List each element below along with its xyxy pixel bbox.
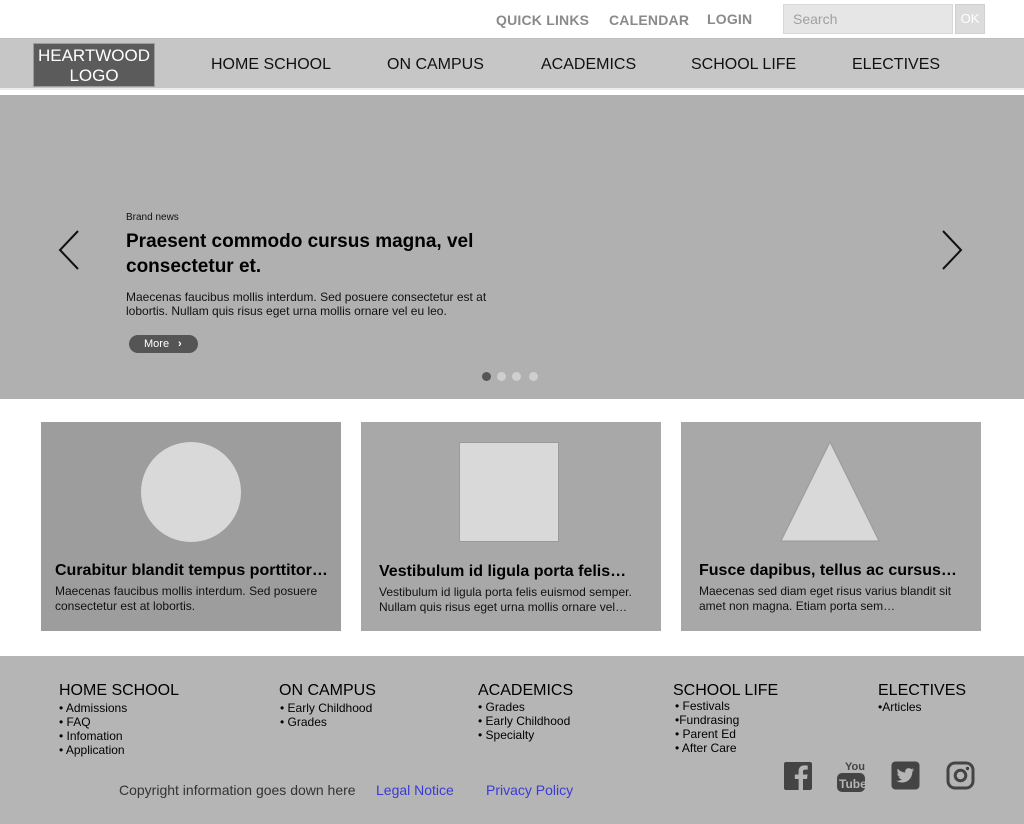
- nav-item-electives[interactable]: ELECTIVES: [852, 56, 940, 74]
- slider-dot-3[interactable]: [512, 372, 521, 381]
- twitter-icon[interactable]: [891, 761, 920, 790]
- facebook-icon[interactable]: [783, 760, 813, 792]
- footer-list-home-school: • Admissions • FAQ • Infomation • Applic…: [59, 701, 127, 757]
- quick-links-link[interactable]: QUICK LINKS: [496, 12, 589, 28]
- feature-card[interactable]: Vestibulum id ligula porta felis… Vestib…: [361, 422, 661, 631]
- calendar-link[interactable]: CALENDAR: [609, 12, 689, 28]
- legal-notice-link[interactable]: Legal Notice: [376, 782, 454, 798]
- card-title: Curabitur blandit tempus porttitor…: [55, 562, 328, 579]
- more-button[interactable]: More ›: [129, 335, 198, 353]
- hero-kicker: Brand news: [126, 212, 179, 223]
- footer-heading-on-campus[interactable]: ON CAMPUS: [279, 682, 376, 700]
- utility-bar: QUICK LINKS CALENDAR LOGIN OK: [0, 0, 1024, 38]
- slider-dot-1[interactable]: [482, 372, 491, 381]
- circle-placeholder-image: [141, 442, 241, 542]
- chevron-right-icon[interactable]: [937, 229, 965, 271]
- slider-dot-2[interactable]: [497, 372, 506, 381]
- card-text: Maecenas faucibus mollis interdum. Sed p…: [55, 584, 318, 613]
- main-nav: HEARTWOOD LOGO HOME SCHOOL ON CAMPUS ACA…: [0, 38, 1024, 90]
- footer-heading-school-life[interactable]: SCHOOL LIFE: [673, 682, 778, 700]
- footer-link[interactable]: • Admissions: [59, 701, 127, 715]
- footer-list-electives: •Articles: [878, 700, 922, 714]
- square-placeholder-image: [459, 442, 559, 542]
- footer-link[interactable]: • Infomation: [59, 729, 127, 743]
- copyright-text: Copyright information goes down here: [119, 782, 356, 798]
- footer-link[interactable]: • Early Childhood: [478, 714, 570, 728]
- footer-link[interactable]: • After Care: [675, 741, 739, 755]
- footer-link[interactable]: • Early Childhood: [280, 701, 372, 715]
- footer-link[interactable]: • Specialty: [478, 728, 570, 742]
- footer-link[interactable]: • Grades: [280, 715, 372, 729]
- chevron-right-small-icon: ›: [178, 338, 182, 350]
- footer-list-on-campus: • Early Childhood • Grades: [280, 701, 372, 729]
- nav-item-academics[interactable]: ACADEMICS: [541, 56, 636, 74]
- footer-heading-home-school[interactable]: HOME SCHOOL: [59, 682, 179, 700]
- logo-line-1: HEARTWOOD: [37, 46, 151, 65]
- hero-text: Maecenas faucibus mollis interdum. Sed p…: [126, 290, 487, 318]
- youtube-icon[interactable]: You Tube: [836, 759, 866, 793]
- nav-item-home-school[interactable]: HOME SCHOOL: [211, 56, 331, 74]
- instagram-icon[interactable]: [946, 761, 975, 790]
- more-button-label: More: [144, 338, 170, 350]
- school-logo[interactable]: HEARTWOOD LOGO: [33, 43, 155, 87]
- footer-list-academics: • Grades • Early Childhood • Specialty: [478, 700, 570, 742]
- footer-heading-electives[interactable]: ELECTIVES: [878, 682, 966, 700]
- footer-link[interactable]: •Fundrasing: [675, 713, 739, 727]
- youtube-tube-text: Tube: [839, 777, 866, 791]
- search-ok-button[interactable]: OK: [955, 4, 985, 34]
- privacy-policy-link[interactable]: Privacy Policy: [486, 782, 573, 798]
- footer-link[interactable]: • Application: [59, 743, 127, 757]
- footer-heading-academics[interactable]: ACADEMICS: [478, 682, 573, 700]
- logo-line-2: LOGO: [69, 66, 119, 85]
- footer-link[interactable]: • Grades: [478, 700, 570, 714]
- feature-card[interactable]: Fusce dapibus, tellus ac cursus… Maecena…: [681, 422, 981, 631]
- chevron-left-icon[interactable]: [56, 229, 84, 271]
- footer: HOME SCHOOL • Admissions • FAQ • Infomat…: [0, 656, 1024, 824]
- card-title: Fusce dapibus, tellus ac cursus…: [699, 562, 957, 579]
- card-title: Vestibulum id ligula porta felis…: [379, 563, 627, 580]
- card-text: Maecenas sed diam eget risus varius blan…: [699, 584, 952, 613]
- hero-slider: Brand news Praesent commodo cursus magna…: [0, 95, 1024, 399]
- login-link[interactable]: LOGIN: [707, 11, 752, 27]
- footer-list-school-life: • Festivals •Fundrasing • Parent Ed • Af…: [675, 699, 739, 755]
- nav-item-on-campus[interactable]: ON CAMPUS: [387, 56, 484, 74]
- footer-link[interactable]: • Festivals: [675, 699, 739, 713]
- nav-item-school-life[interactable]: SCHOOL LIFE: [691, 56, 796, 74]
- feature-card[interactable]: Curabitur blandit tempus porttitor… Maec…: [41, 422, 341, 631]
- footer-link[interactable]: • Parent Ed: [675, 727, 739, 741]
- search-input[interactable]: [783, 4, 953, 34]
- triangle-placeholder-image: [780, 440, 880, 542]
- slider-dot-4[interactable]: [529, 372, 538, 381]
- footer-link[interactable]: • FAQ: [59, 715, 127, 729]
- footer-link[interactable]: •Articles: [878, 700, 922, 714]
- hero-title: Praesent commodo cursus magna, vel conse…: [126, 231, 474, 277]
- youtube-you-text: You: [845, 761, 865, 773]
- card-text: Vestibulum id ligula porta felis euismod…: [379, 585, 632, 614]
